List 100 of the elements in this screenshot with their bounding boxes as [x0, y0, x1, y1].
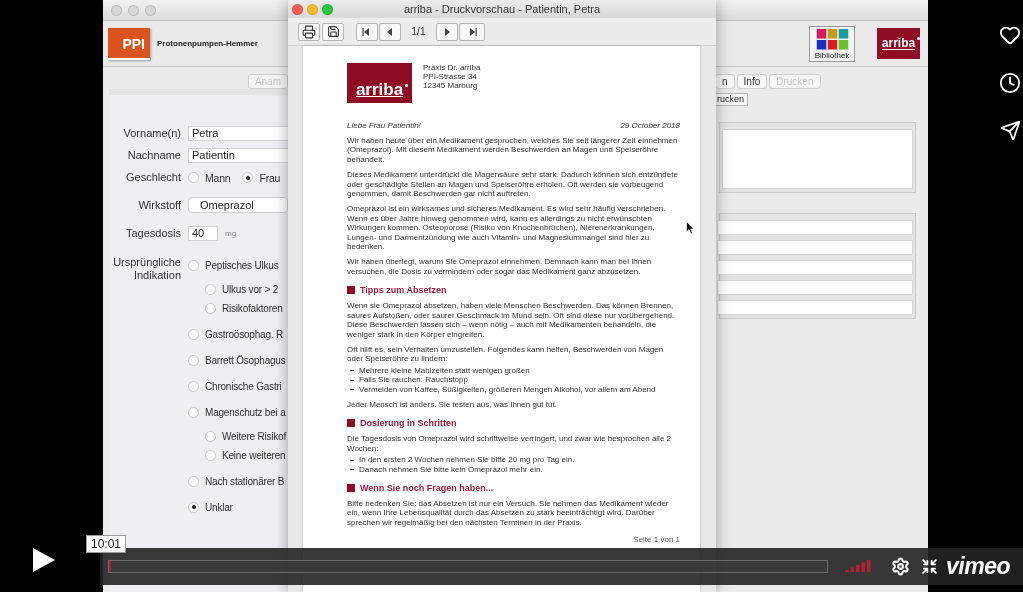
radio-label: Frau [259, 171, 281, 184]
text-field[interactable]: Petra [188, 125, 288, 141]
radio-button[interactable] [188, 406, 199, 418]
close-button[interactable] [292, 3, 303, 15]
page-indicator: 1/1 [410, 26, 427, 37]
save-icon [326, 25, 340, 38]
minimize-button[interactable] [307, 3, 318, 15]
heading-marker [347, 286, 355, 295]
radio-button[interactable] [205, 449, 216, 461]
vimeo-logo: vimeo [946, 553, 1010, 580]
greeting: Liebe Frau Patientin! [347, 121, 421, 130]
page-number: Seite 1 von 1 [633, 535, 680, 544]
radio-button[interactable] [188, 380, 199, 392]
field-label: Ursprüngliche Indikation [112, 256, 181, 282]
text-field[interactable]: Patientin [188, 147, 288, 163]
last-page-button[interactable] [459, 22, 485, 41]
last-page-icon [467, 26, 477, 37]
tab[interactable]: n [716, 74, 735, 89]
ppi-logo: PPI [108, 27, 150, 60]
radio-label: Keine weiteren [222, 449, 286, 461]
dash-bullet [350, 459, 354, 461]
text-area[interactable] [722, 129, 913, 189]
unit-label: mg [225, 228, 237, 238]
radio-button[interactable] [188, 172, 199, 183]
section-heading: Dosierung in Schritten [360, 418, 457, 429]
field-label: Geschlecht [124, 171, 181, 184]
dash-bullet [350, 389, 354, 390]
radio-label: Peptisches Ulkus [205, 259, 279, 271]
radio-button[interactable] [188, 259, 199, 271]
zoom-button[interactable] [322, 3, 333, 15]
radio-button[interactable] [188, 475, 199, 487]
radio-label: Mann [205, 171, 231, 184]
input-field[interactable] [717, 240, 913, 255]
dash-bullet [350, 469, 354, 470]
radio-button[interactable] [205, 430, 216, 442]
play-icon[interactable] [32, 547, 56, 573]
arriba-logo: arriba [347, 63, 412, 103]
radio-button[interactable] [188, 328, 199, 340]
radio-label: Chronische Gastri [205, 380, 282, 392]
radio-label: Weitere Risikof [222, 430, 287, 442]
window-button[interactable] [128, 4, 139, 16]
list-item: In den ersten 2 Wochen nehmen Sie bitte 20 mg pro Tag ein. [359, 455, 575, 465]
field-label: Vorname(n) [122, 126, 181, 140]
window-button[interactable] [111, 4, 122, 16]
input-field[interactable] [717, 280, 913, 295]
paragraph: Die Tagesdosis von Omeprazol wird schrittweise verringert, und zwar wie besprochen alle 2 Wochen: [347, 434, 672, 454]
window-button[interactable] [145, 4, 156, 16]
dropdown[interactable]: Omeprazol [188, 197, 288, 213]
input-field[interactable] [717, 260, 913, 275]
dash-bullet [350, 370, 354, 371]
volume-icon[interactable] [845, 559, 871, 574]
radio-label: Nach stationärer B [205, 475, 285, 487]
letter-date: 29 October 2018 [620, 121, 680, 130]
field-label: Nachname [126, 148, 181, 162]
fullscreen-icon[interactable] [921, 558, 938, 575]
sender-address-line: Praxis Dr. arriba [423, 63, 481, 72]
number-field[interactable]: 40 [188, 225, 218, 241]
radio-button[interactable] [242, 172, 254, 183]
radio-button[interactable] [188, 501, 199, 513]
printer-icon [302, 24, 316, 39]
send-icon[interactable] [1000, 120, 1021, 141]
heart-icon[interactable] [999, 24, 1021, 46]
first-page-button[interactable] [356, 22, 378, 41]
paragraph: Wir haben überlegt, warum Sie Omeprazol einnehmen. Demnach kann man bei Ihnen versuchen, die Dosis zu vermindern oder sogar das Medikament ganz abzusetzen. [347, 257, 653, 277]
previous-page-button[interactable] [379, 22, 401, 41]
clock-icon[interactable] [999, 72, 1021, 94]
tab[interactable]: Info [736, 74, 768, 89]
section-heading: Wenn Sie noch Fragen haben... [360, 482, 494, 493]
list-item: Falls Sie rauchen: Rauchstopp [359, 375, 468, 385]
radio-label: Ulkus vor > 2 [222, 283, 279, 295]
settings-icon[interactable] [891, 557, 910, 576]
sender-address-line: PPI-Strasse 34 [423, 72, 478, 81]
progress-bar[interactable] [108, 560, 828, 573]
radio-label: Risikofaktoren [222, 302, 283, 314]
radio-button[interactable] [205, 283, 216, 295]
cursor-icon [686, 221, 695, 235]
paragraph: Oft hilft es, sein Verhalten umzustellen. Folgendes kann helfen, Beschwerden von Magen oder Speiseröhre zu lindern: [347, 344, 665, 364]
window-title: arriba - Druckvorschau - Patientin, Petra [402, 3, 602, 15]
radio-label: Gastroösophag. R [205, 328, 283, 340]
radio-button[interactable] [205, 302, 216, 314]
time-tooltip: 10:01 [86, 535, 127, 553]
list-item: Vermeiden von Kaffee, Süßigkeiten, größeren Mengen Alkohol, vor allem am Abend [359, 384, 656, 394]
radio-button[interactable] [188, 354, 199, 366]
save-button[interactable] [322, 22, 344, 41]
input-field[interactable] [717, 300, 913, 315]
app-title: Protonenpumpen-Hemmer [157, 39, 258, 48]
heading-marker [347, 483, 355, 492]
arriba-logo: arriba [877, 28, 920, 59]
sender-address-line: 12345 Marburg [423, 81, 479, 90]
dash-bullet [350, 379, 354, 381]
next-icon [442, 26, 452, 37]
first-page-icon [362, 26, 372, 37]
print-button[interactable] [298, 22, 320, 41]
next-page-button[interactable] [436, 22, 458, 41]
paragraph: Wenn sie Omeprazol absetzen, haben viele Menschen Beschwerden. Das können Brennen, saures Aufstoßen, oder saurer Geschmack im Mund sein. Oft sind diese nur vorübergehend. Diese Beschwerden lassen sich – wenn nötig – auch mit Medikamenten behandeln, die weniger stark in den Körper eingreifen. [347, 301, 676, 339]
paragraph: Dieses Medikament unterdrückt die Magensäure sehr stark. Dadurch können sich entzündete oder geschädigte Stellen an Magen und Speiseröhre erholen. Oft werden sie vorbeugend genommen, damit Beschwerden gar nicht auftreten. [347, 170, 679, 199]
library-button[interactable]: Bibliothek [809, 25, 855, 62]
library-icon [815, 28, 849, 50]
print-button[interactable]: rucken [716, 93, 748, 106]
input-field[interactable] [717, 220, 913, 235]
